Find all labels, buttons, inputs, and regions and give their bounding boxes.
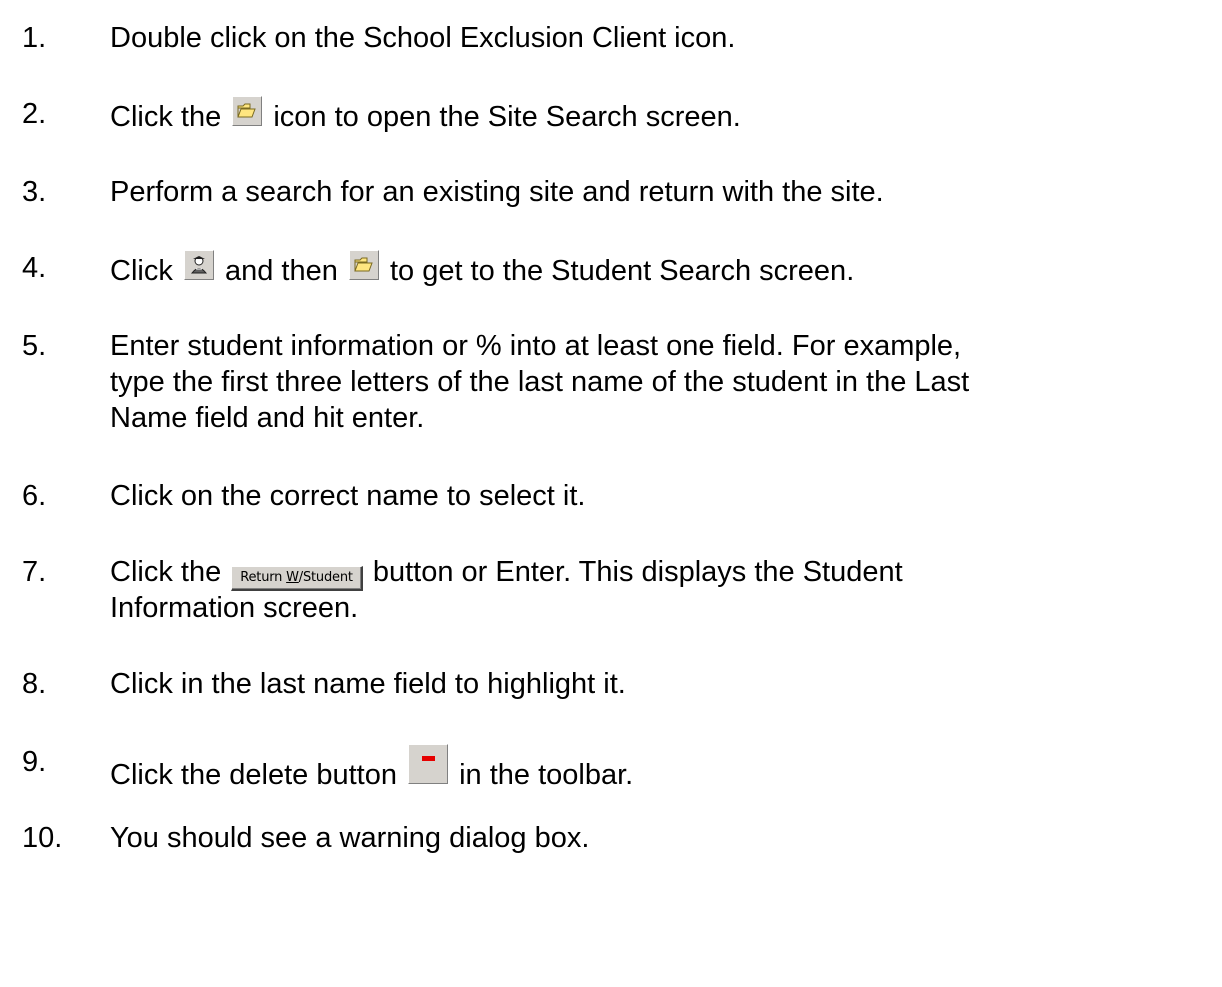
step-text: Click in the last name field to highligh…	[110, 668, 626, 700]
step-number: 6.	[22, 480, 47, 512]
step-number: 9.	[22, 746, 47, 778]
step-text-post: in the toolbar.	[451, 759, 634, 791]
step-text-line-3: Name field and hit enter.	[110, 402, 425, 434]
student-icon[interactable]	[183, 250, 214, 280]
step-text-pre: Click	[110, 255, 181, 287]
step-text-mid: and then	[216, 255, 346, 287]
instruction-document: { "steps": [ { "num": "1.", "text": "Dou…	[0, 0, 1222, 987]
step-text-pre: Click the delete button	[110, 759, 406, 791]
step-text-pre: Click the	[110, 556, 230, 588]
step-text: Perform a search for an existing site an…	[110, 176, 884, 208]
delete-minus-icon[interactable]	[408, 744, 449, 784]
step-number: 8.	[22, 668, 47, 700]
step-number: 2.	[22, 98, 47, 130]
open-folder-icon[interactable]	[232, 96, 263, 126]
step-number: 5.	[22, 330, 47, 362]
step-text-post: button or Enter. This displays the Stude…	[364, 556, 903, 588]
step-text-post: icon to open the Site Search screen.	[265, 101, 741, 133]
step-number: 1.	[22, 22, 47, 54]
step-number: 3.	[22, 176, 47, 208]
open-folder-icon[interactable]	[348, 250, 379, 280]
step-text-line-2: type the first three letters of the last…	[110, 366, 970, 398]
step-text: You should see a warning dialog box.	[110, 822, 590, 854]
step-text-line-1: Enter student information or % into at l…	[110, 330, 962, 362]
step-number: 10.	[22, 822, 63, 854]
step-text-line-2: Information screen.	[110, 592, 359, 624]
step-text: Click on the correct name to select it.	[110, 480, 586, 512]
step-text: Double click on the School Exclusion Cli…	[110, 22, 736, 54]
step-text-pre: Click the	[110, 101, 230, 133]
return-with-student-button[interactable]: Return W/Student	[231, 566, 363, 591]
step-number: 4.	[22, 252, 47, 284]
step-text-post: to get to the Student Search screen.	[381, 255, 855, 287]
step-number: 7.	[22, 556, 47, 588]
minus-glyph	[422, 756, 436, 761]
